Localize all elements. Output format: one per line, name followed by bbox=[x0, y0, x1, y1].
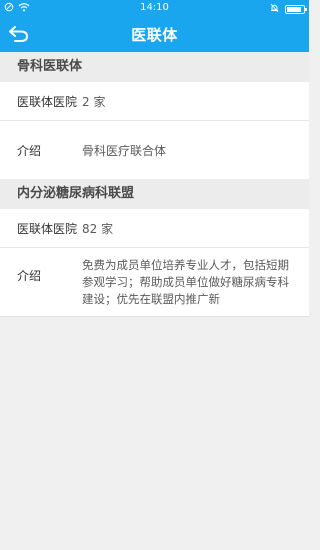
row-label: 医联体医院 bbox=[17, 221, 78, 236]
alliance-section-orthopedics: 骨科医联体 医联体医院 2 家 介绍 骨科医疗联合体 bbox=[0, 52, 309, 179]
alarm-icon bbox=[270, 3, 279, 16]
row-label: 介绍 bbox=[17, 143, 42, 158]
section-card: 医联体医院 82 家 介绍 免费为成员单位培养专业人才，包括短期参观学习；帮助成… bbox=[0, 209, 309, 316]
row-value: 2 家 bbox=[82, 94, 106, 109]
page-title: 医联体 bbox=[131, 26, 178, 44]
section-card: 医联体医院 2 家 介绍 骨科医疗联合体 bbox=[0, 82, 309, 179]
introduction-row: 介绍 免费为成员单位培养专业人才，包括短期参观学习；帮助成员单位做好糖尿病专科建… bbox=[0, 248, 309, 316]
row-value: 免费为成员单位培养专业人才，包括短期参观学习；帮助成员单位做好糖尿病专科建设；优… bbox=[82, 258, 289, 306]
divider bbox=[0, 316, 309, 317]
row-value: 82 家 bbox=[82, 221, 114, 236]
battery-icon bbox=[285, 5, 307, 14]
status-right-icons bbox=[270, 3, 307, 16]
hospital-count-row: 医联体医院 82 家 bbox=[0, 209, 309, 248]
status-time: 14:10 bbox=[140, 2, 169, 13]
introduction-row: 介绍 骨科医疗联合体 bbox=[0, 121, 309, 179]
alliance-section-endocrine: 内分泌糖尿病科联盟 医联体医院 82 家 介绍 免费为成员单位培养专业人才，包括… bbox=[0, 179, 309, 317]
hospital-count-row: 医联体医院 2 家 bbox=[0, 82, 309, 121]
status-bar: 14:10 bbox=[0, 0, 309, 16]
navigation-bar: 医联体 bbox=[0, 16, 309, 52]
row-value: 骨科医疗联合体 bbox=[82, 143, 167, 158]
row-label: 医联体医院 bbox=[17, 94, 78, 109]
section-title: 内分泌糖尿病科联盟 bbox=[0, 179, 309, 209]
row-label: 介绍 bbox=[17, 269, 42, 283]
section-title: 骨科医联体 bbox=[0, 52, 309, 82]
